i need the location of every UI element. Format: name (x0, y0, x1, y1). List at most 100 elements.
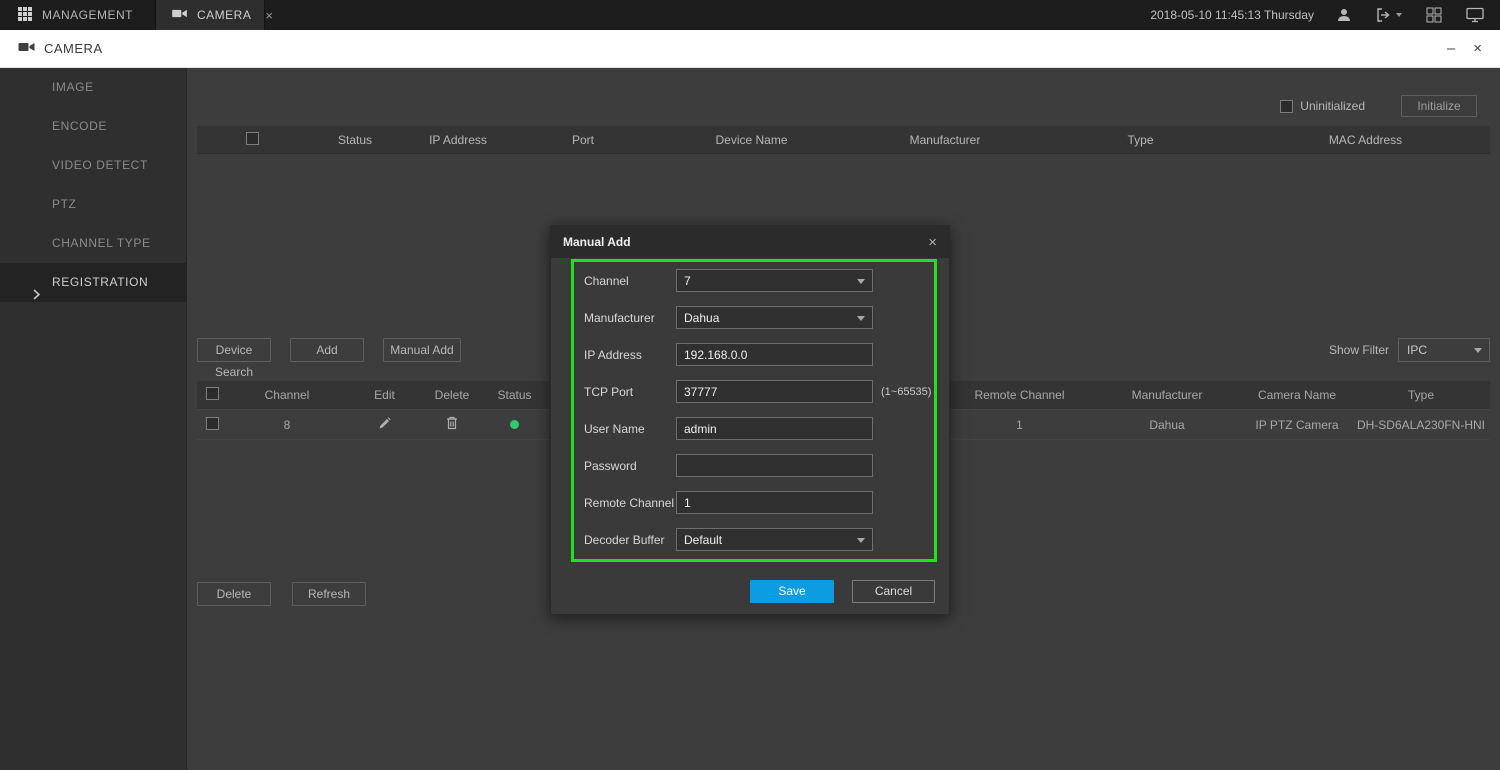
close-icon[interactable]: × (1473, 41, 1482, 56)
sidebar-item-label: CHANNEL TYPE (52, 236, 151, 250)
show-filter-select[interactable]: IPC (1398, 338, 1490, 362)
field-user-name: User Name (551, 417, 949, 440)
screen: MANAGEMENT CAMERA × 2018-05-10 11:45:13 … (0, 0, 1500, 770)
cell-manufacturer: Dahua (1092, 418, 1242, 432)
dialog-title-bar: Manual Add × (551, 226, 949, 258)
header-camera-name: Camera Name (1242, 388, 1352, 402)
header-ip-address: IP Address (403, 133, 513, 147)
page-title: CAMERA (44, 41, 103, 56)
header-mac-address: MAC Address (1241, 133, 1490, 147)
tab-camera[interactable]: CAMERA × (155, 0, 265, 30)
header-type: Type (1352, 388, 1490, 402)
add-button[interactable]: Add (290, 338, 364, 362)
channel-layout-icon[interactable] (1426, 7, 1442, 23)
camera-icon (172, 8, 187, 22)
dialog-close-icon[interactable]: × (928, 234, 937, 251)
cell-remote-channel: 1 (947, 418, 1092, 432)
show-filter-value: IPC (1407, 343, 1427, 357)
tab-camera-label: CAMERA (197, 8, 251, 22)
row-checkbox-cell (197, 417, 227, 433)
sidebar-item-registration[interactable]: REGISTRATION (0, 263, 186, 302)
top-bar-icons (1336, 0, 1484, 30)
sidebar-item-video-detect[interactable]: VIDEO DETECT (0, 146, 186, 185)
device-search-button[interactable]: Device Search (197, 338, 271, 362)
refresh-button[interactable]: Refresh (292, 582, 366, 606)
cancel-button[interactable]: Cancel (852, 580, 935, 603)
edit-pencil-icon[interactable] (378, 417, 391, 430)
user-name-input[interactable] (676, 417, 873, 440)
manufacturer-select[interactable]: Dahua (676, 306, 873, 329)
chevron-down-icon (1474, 348, 1482, 353)
tab-management[interactable]: MANAGEMENT (0, 0, 155, 30)
delete-button[interactable]: Delete (197, 582, 271, 606)
manual-add-dialog: Manual Add × Channel 7 Manufacturer Dahu… (550, 225, 950, 615)
select-all-checkbox[interactable] (246, 132, 259, 145)
sidebar-item-label: VIDEO DETECT (52, 158, 148, 172)
datetime-display: 2018-05-10 11:45:13 Thursday (1150, 0, 1314, 30)
field-remote-channel: Remote Channel (551, 491, 949, 514)
manual-add-button[interactable]: Manual Add (383, 338, 461, 362)
ip-address-input[interactable] (676, 343, 873, 366)
field-channel: Channel 7 (551, 269, 949, 292)
field-ip-address: IP Address (551, 343, 949, 366)
decoder-buffer-select[interactable]: Default (676, 528, 873, 551)
cell-camera-name: IP PTZ Camera (1242, 418, 1352, 432)
bottom-buttons-row: Delete Refresh (197, 582, 366, 606)
field-label: Remote Channel (584, 496, 674, 510)
decoder-buffer-select-value: Default (684, 533, 722, 547)
initialize-row: Uninitialized Initialize (1280, 95, 1477, 117)
sidebar-item-ptz[interactable]: PTZ (0, 185, 186, 224)
chevron-down-icon (857, 279, 865, 284)
camera-title-icon (18, 40, 35, 58)
window-title-bar: CAMERA – × (0, 30, 1500, 68)
header-device-name: Device Name (653, 133, 850, 147)
header-delete: Delete (422, 388, 482, 402)
select-all-checkbox[interactable] (206, 387, 219, 400)
dialog-title: Manual Add (563, 235, 631, 249)
sidebar-item-label: REGISTRATION (52, 275, 148, 289)
top-bar: MANAGEMENT CAMERA × 2018-05-10 11:45:13 … (0, 0, 1500, 30)
field-label: TCP Port (584, 385, 633, 399)
header-status: Status (482, 388, 547, 402)
header-checkbox-cell (197, 132, 307, 148)
cell-status (482, 418, 547, 432)
cell-delete (422, 416, 482, 433)
header-channel: Channel (227, 388, 347, 402)
sidebar: IMAGE ENCODE VIDEO DETECT PTZ CHANNEL TY… (0, 68, 187, 770)
chevron-down-icon (857, 316, 865, 321)
header-manufacturer: Manufacturer (850, 133, 1040, 147)
user-icon[interactable] (1336, 7, 1352, 23)
show-filter-label: Show Filter (1329, 343, 1389, 357)
display-icon[interactable] (1466, 7, 1484, 23)
header-status: Status (307, 133, 403, 147)
save-button[interactable]: Save (750, 580, 834, 603)
field-label: Password (584, 459, 637, 473)
status-online-icon (510, 420, 519, 429)
tcp-port-input[interactable] (676, 380, 873, 403)
channel-select[interactable]: 7 (676, 269, 873, 292)
header-checkbox-cell (197, 387, 227, 403)
sidebar-item-image[interactable]: IMAGE (0, 68, 186, 107)
password-input[interactable] (676, 454, 873, 477)
row-checkbox[interactable] (206, 417, 219, 430)
remote-channel-input[interactable] (676, 491, 873, 514)
sidebar-item-channel-type[interactable]: CHANNEL TYPE (0, 224, 186, 263)
cell-edit (347, 417, 422, 433)
logout-icon[interactable] (1376, 7, 1402, 23)
channel-select-value: 7 (684, 274, 691, 288)
field-tcp-port: TCP Port (1~65535) (551, 380, 949, 403)
field-label: Channel (584, 274, 629, 288)
header-edit: Edit (347, 388, 422, 402)
chevron-right-icon (33, 277, 40, 316)
cell-channel: 8 (227, 418, 347, 432)
tcp-port-range-note: (1~65535) (881, 386, 931, 398)
initialize-button[interactable]: Initialize (1401, 95, 1477, 117)
sidebar-item-encode[interactable]: ENCODE (0, 107, 186, 146)
search-table-header: Status IP Address Port Device Name Manuf… (197, 126, 1490, 154)
minimize-icon[interactable]: – (1447, 41, 1455, 56)
tab-close-icon[interactable]: × (265, 8, 273, 23)
header-manufacturer: Manufacturer (1092, 388, 1242, 402)
uninitialized-checkbox[interactable] (1280, 100, 1293, 113)
trash-icon[interactable] (446, 416, 458, 430)
apps-grid-icon (18, 7, 32, 24)
